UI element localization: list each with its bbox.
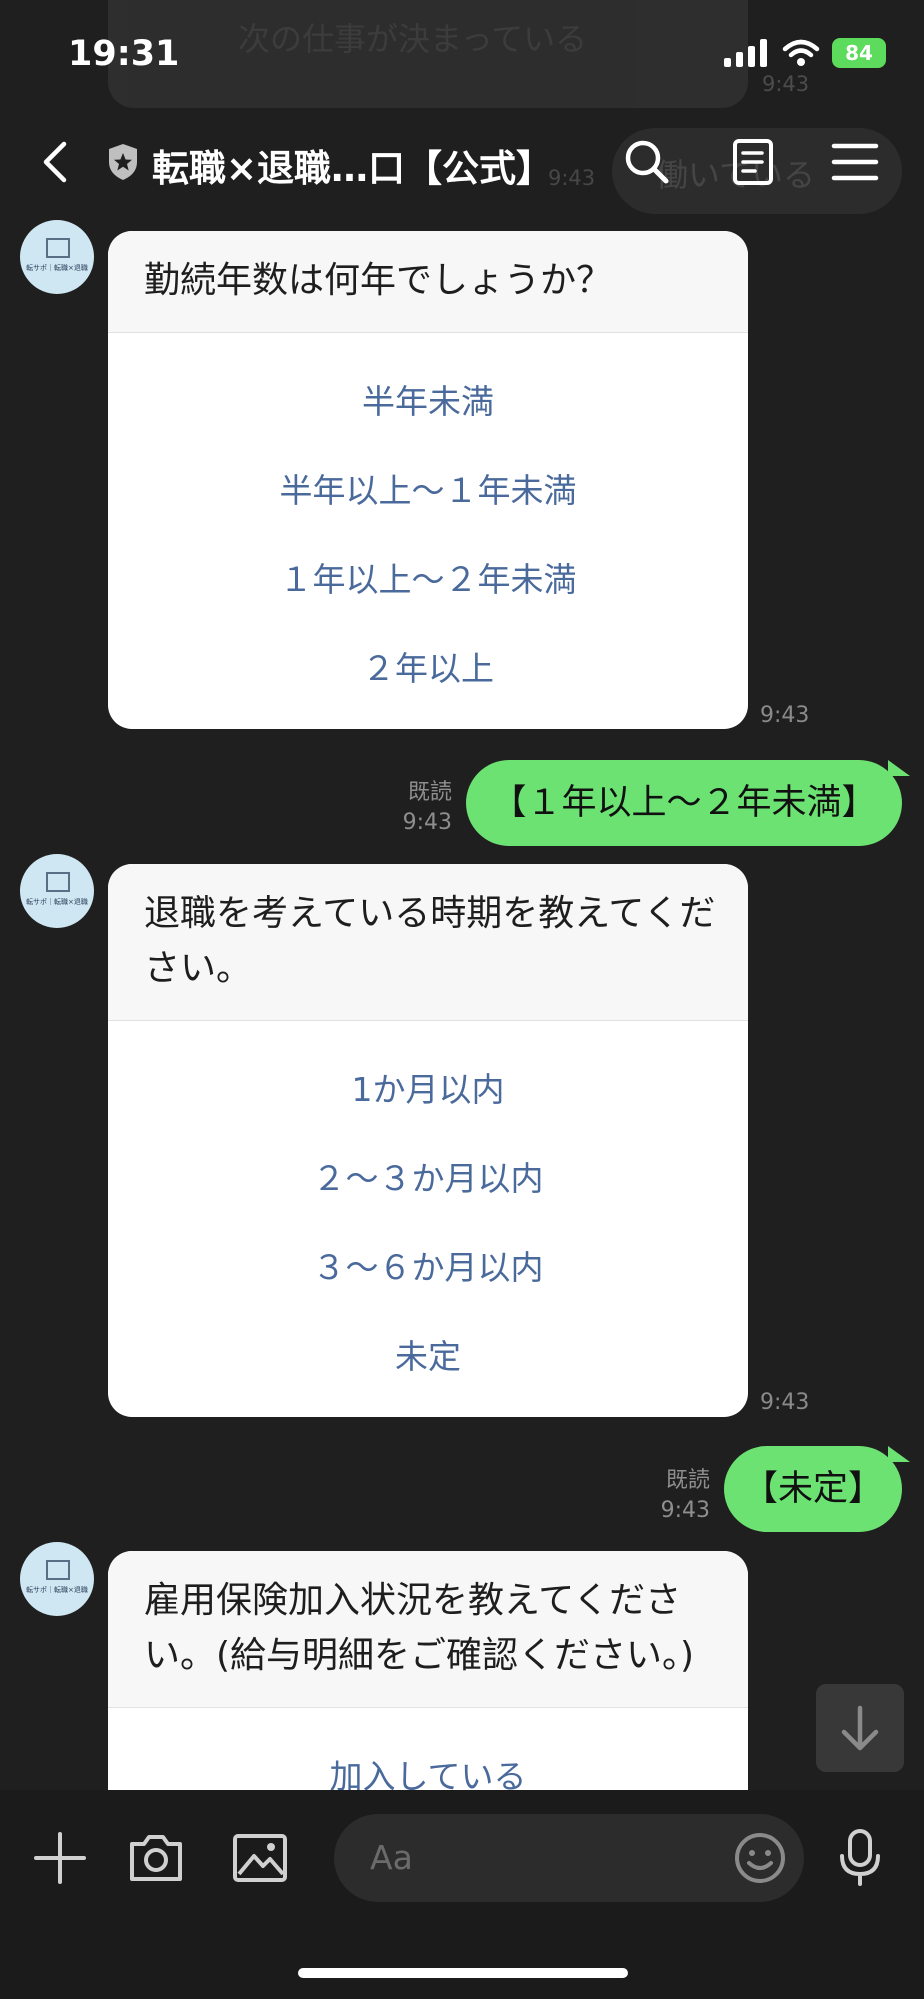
search-icon: [625, 140, 669, 184]
mic-icon[interactable]: [830, 1826, 890, 1890]
wifi-icon: [782, 39, 820, 66]
avatar-logo-text: 転サポ｜転職×退職: [26, 898, 88, 906]
read-label: 既読: [665, 1468, 710, 1493]
option-button[interactable]: 1か月以内: [108, 1045, 748, 1134]
status-icons: 84: [724, 38, 886, 68]
battery-level: 84: [845, 41, 873, 65]
search-button[interactable]: [620, 132, 674, 192]
previous-reply-time: 9:43: [548, 166, 596, 190]
message-time: 9:43: [760, 703, 810, 728]
option-button[interactable]: 未定: [108, 1312, 748, 1401]
read-receipt: 既読 9:43: [390, 778, 452, 838]
menu-icon: [831, 143, 879, 181]
account-avatar[interactable]: 転サポ｜転職×退職: [20, 854, 94, 928]
reply-bubble: 【１年以上〜２年未満】: [466, 760, 902, 846]
option-list: 半年未満 半年以上〜１年未満 １年以上〜２年未満 ２年以上: [108, 333, 748, 729]
chevron-left-icon: [43, 141, 67, 183]
reply-bubble-tail: [888, 760, 910, 776]
reply-time: 9:43: [660, 1498, 710, 1523]
scroll-to-bottom-button[interactable]: [816, 1684, 904, 1772]
logo-mark-icon: [46, 872, 70, 892]
logo-mark-icon: [46, 238, 70, 258]
chat-title[interactable]: 転職×退職…口【公式】: [152, 138, 553, 192]
option-button[interactable]: 半年未満: [108, 357, 748, 446]
question-text: 勤続年数は何年でしょうか？: [108, 231, 748, 333]
message-input[interactable]: Aa: [334, 1814, 804, 1902]
read-receipt: 既読 9:43: [648, 1466, 710, 1526]
question-text: 退職を考えている時期を教えてください。: [108, 864, 748, 1021]
previous-message-text: 次の仕事が決まっている: [238, 20, 588, 58]
question-text: 雇用保険加入状況を教えてください。(給与明細をご確認ください。): [108, 1551, 748, 1708]
logo-mark-icon: [46, 1560, 70, 1580]
previous-message-time: 9:43: [762, 72, 810, 96]
avatar-logo-text: 転サポ｜転職×退職: [26, 264, 88, 272]
home-indicator: [298, 1968, 628, 1978]
option-button[interactable]: 半年以上〜１年未満: [108, 446, 748, 535]
option-button[interactable]: ２〜３か月以内: [108, 1134, 748, 1223]
shield-star-icon: [109, 144, 137, 180]
message-time: 9:43: [760, 1390, 810, 1415]
reply-bubble: 【未定】: [724, 1446, 902, 1532]
avatar-logo-text: 転サポ｜転職×退職: [26, 1586, 88, 1594]
read-label: 既読: [407, 780, 452, 805]
previous-message-bubble: 次の仕事が決まっている: [108, 0, 748, 108]
status-time: 19:31: [68, 34, 180, 74]
message-input-placeholder: Aa: [370, 1838, 413, 1877]
back-button[interactable]: [30, 132, 84, 192]
reply-bubble-tail: [888, 1446, 910, 1462]
option-button[interactable]: １年以上〜２年未満: [108, 535, 748, 624]
smile-icon[interactable]: [732, 1830, 788, 1886]
signal-icon: [724, 39, 767, 67]
notes-icon: [733, 139, 773, 185]
notes-button[interactable]: [726, 132, 780, 192]
account-avatar[interactable]: 転サポ｜転職×退職: [20, 1542, 94, 1616]
option-button[interactable]: ２年以上: [108, 624, 748, 713]
question-card: 退職を考えている時期を教えてください。 1か月以内 ２〜３か月以内 ３〜６か月以…: [108, 864, 748, 1417]
reply-time: 9:43: [402, 810, 452, 835]
menu-button[interactable]: [828, 132, 882, 192]
plus-icon[interactable]: [30, 1828, 90, 1888]
option-button[interactable]: ３〜６か月以内: [108, 1223, 748, 1312]
battery-icon: 84: [832, 38, 886, 68]
arrow-down-icon: [841, 1705, 879, 1751]
account-avatar[interactable]: 転サポ｜転職×退職: [20, 220, 94, 294]
camera-icon[interactable]: [126, 1828, 186, 1888]
question-card: 勤続年数は何年でしょうか？ 半年未満 半年以上〜１年未満 １年以上〜２年未満 ２…: [108, 231, 748, 729]
image-icon[interactable]: [230, 1828, 290, 1888]
option-list: 1か月以内 ２〜３か月以内 ３〜６か月以内 未定: [108, 1021, 748, 1417]
